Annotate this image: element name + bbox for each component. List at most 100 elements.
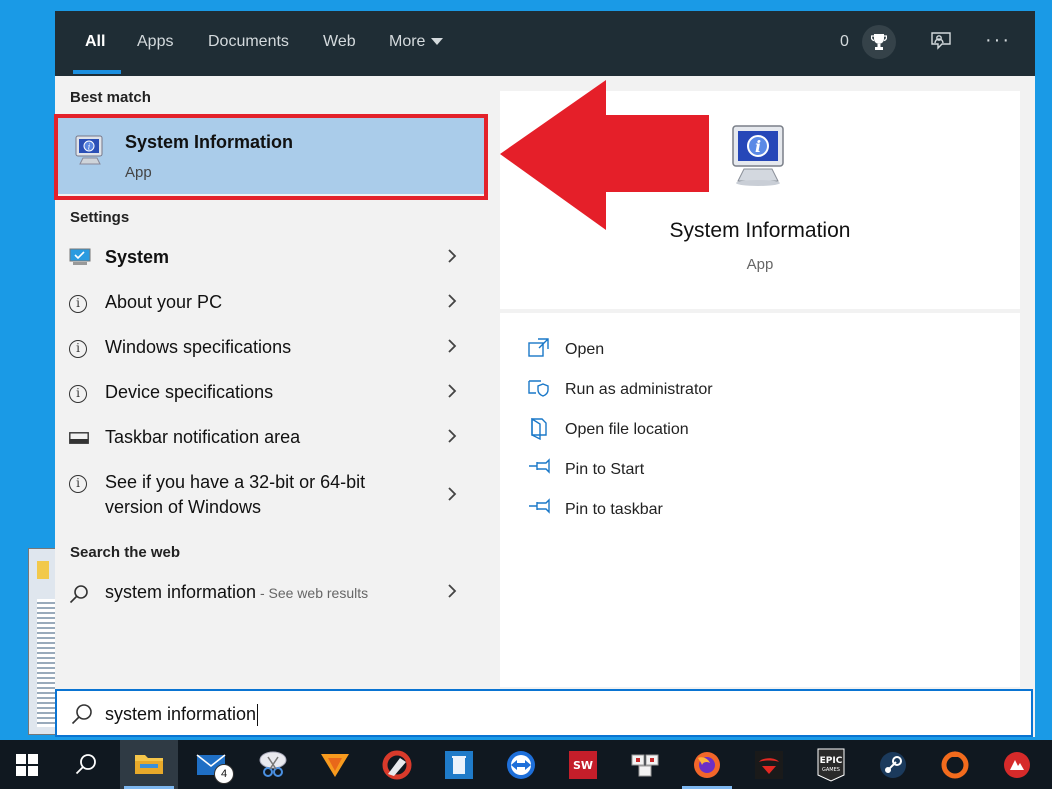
taskbar-search-button[interactable] <box>58 740 116 789</box>
action-label: Open file location <box>565 421 689 438</box>
folder-icon <box>135 755 163 774</box>
rewards-points: 0 <box>840 33 849 50</box>
taskbar-firefox[interactable] <box>678 740 736 789</box>
taskbar-app-red[interactable] <box>988 740 1046 789</box>
info-icon: i <box>69 475 87 493</box>
system-information-icon: i <box>730 123 790 194</box>
info-icon: i <box>69 385 87 403</box>
feedback-icon[interactable] <box>930 31 952 58</box>
preview-subtitle: App <box>746 256 774 273</box>
settings-item-label: Windows specifications <box>105 337 292 357</box>
taskbar-solidworks[interactable]: SW <box>554 740 612 789</box>
solidworks-icon: SW <box>569 751 597 779</box>
callout-arrow-icon <box>500 80 709 230</box>
chevron-right-icon <box>447 486 457 507</box>
section-best-match: Best match <box>70 89 151 106</box>
action-label: Run as administrator <box>565 381 713 398</box>
action-label: Pin to taskbar <box>565 501 663 518</box>
taskbar-epic-games[interactable]: EPIC GAMES <box>802 740 860 789</box>
taskbar-mail[interactable]: 4 <box>182 740 240 789</box>
settings-item-label: System <box>105 247 170 267</box>
ccleaner-icon <box>382 750 412 780</box>
tab-all[interactable]: All <box>85 11 105 76</box>
start-button[interactable] <box>0 740 58 789</box>
web-result-label: system information - See web results <box>105 582 368 603</box>
file-location-icon <box>528 417 550 445</box>
settings-item-32-64-bit[interactable]: i See if you have a 32-bit or 64-bit ver… <box>55 469 485 529</box>
svg-text:i: i <box>88 143 91 152</box>
folder-icon <box>37 561 49 579</box>
epic-games-icon: EPICGAMES <box>817 748 845 782</box>
triangle-app-icon <box>321 754 349 777</box>
taskbar-app-orange[interactable] <box>306 740 364 789</box>
garena-icon <box>755 751 783 779</box>
taskbar-icon <box>69 431 89 449</box>
scissors-icon <box>259 751 287 777</box>
settings-item-label: Device specifications <box>105 382 274 402</box>
more-options-icon[interactable]: ··· <box>985 29 1011 52</box>
window-content <box>37 599 55 727</box>
monitor-icon <box>69 248 91 271</box>
trophy-icon[interactable] <box>862 25 896 59</box>
taskbar: 4 SW EPIC GAMES <box>0 740 1052 789</box>
action-label: Pin to Start <box>565 461 645 478</box>
mail-badge: 4 <box>214 764 234 784</box>
taskbar-recycle-app[interactable] <box>430 740 488 789</box>
info-icon: i <box>69 340 87 358</box>
results-list: Best match i System Information App Sett… <box>54 76 488 692</box>
settings-item-windows-specs[interactable]: i Windows specifications <box>55 334 485 370</box>
settings-item-taskbar-notification[interactable]: Taskbar notification area <box>55 424 485 460</box>
settings-item-about-pc[interactable]: i About your PC <box>55 289 485 325</box>
recycle-bin-icon <box>445 751 473 779</box>
preview-actions: Open Run as administrator Open file loca… <box>500 313 1020 687</box>
background-window <box>28 548 58 735</box>
svg-text:GAMES: GAMES <box>822 767 840 773</box>
settings-item-label-line1: See if you have a 32-bit or 64-bit <box>105 472 366 492</box>
chevron-right-icon <box>447 293 457 314</box>
red-app-icon <box>1004 752 1030 778</box>
chevron-down-icon <box>431 38 444 46</box>
tab-apps[interactable]: Apps <box>137 11 173 76</box>
taskbar-origin[interactable] <box>926 740 984 789</box>
taskbar-teamviewer[interactable] <box>492 740 550 789</box>
search-input[interactable]: system information <box>105 704 259 727</box>
svg-text:i: i <box>755 137 761 156</box>
highlight-outline <box>54 114 488 200</box>
text-cursor <box>257 704 259 727</box>
settings-item-system[interactable]: System <box>55 244 485 280</box>
settings-item-label: About your PC <box>105 292 223 312</box>
tab-web[interactable]: Web <box>323 11 356 76</box>
pin-icon <box>528 498 552 519</box>
chevron-right-icon <box>447 338 457 359</box>
pin-icon <box>528 458 552 479</box>
chevron-right-icon <box>447 383 457 404</box>
web-result-suffix: - See web results <box>256 585 369 601</box>
chevron-right-icon <box>447 248 457 269</box>
section-settings: Settings <box>70 209 130 226</box>
search-icon <box>75 754 96 775</box>
web-result-query: system information <box>105 582 257 602</box>
system-information-icon: i <box>75 134 107 173</box>
taskbar-snipping-tool[interactable] <box>244 740 302 789</box>
teamviewer-icon <box>507 751 535 779</box>
taskbar-steam[interactable] <box>864 740 922 789</box>
tab-more-label: More <box>389 33 426 50</box>
tab-documents[interactable]: Documents <box>208 11 289 76</box>
svg-text:SW: SW <box>573 759 593 772</box>
search-icon <box>69 584 89 609</box>
section-search-web: Search the web <box>70 544 181 561</box>
search-input-value: system information <box>105 704 257 724</box>
taskbar-garena[interactable] <box>740 740 798 789</box>
web-search-result[interactable]: system information - See web results <box>55 579 485 615</box>
settings-item-label: Taskbar notification area <box>105 427 301 447</box>
taskbar-app-keys[interactable] <box>616 740 674 789</box>
settings-item-device-specs[interactable]: i Device specifications <box>55 379 485 415</box>
best-match-title: System Information <box>125 132 294 152</box>
taskbar-ccleaner[interactable] <box>368 740 426 789</box>
taskbar-file-explorer[interactable] <box>120 740 178 789</box>
steam-icon <box>880 752 906 778</box>
chevron-right-icon <box>447 583 457 604</box>
shield-icon <box>528 378 550 403</box>
info-icon: i <box>69 295 87 313</box>
tab-more[interactable]: More <box>389 11 444 76</box>
